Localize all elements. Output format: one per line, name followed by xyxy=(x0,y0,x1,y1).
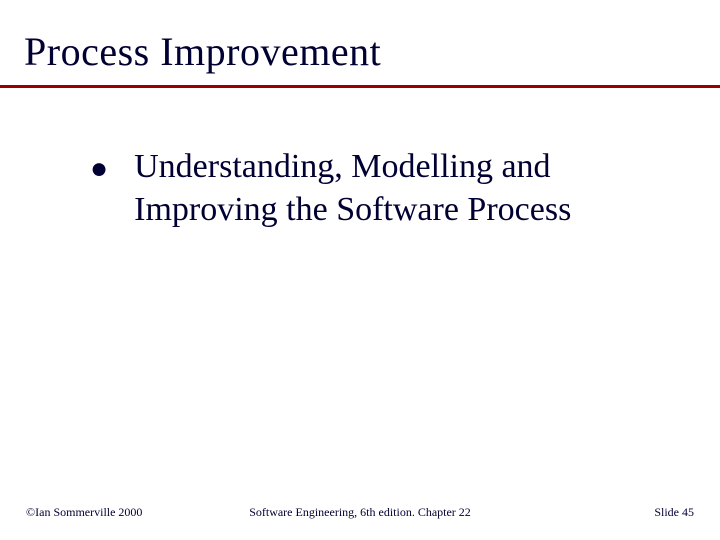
bullet-text: Understanding, Modelling and Improving t… xyxy=(134,146,660,231)
footer-center: Software Engineering, 6th edition. Chapt… xyxy=(249,505,471,520)
bullet-item: ● Understanding, Modelling and Improving… xyxy=(90,146,660,231)
footer: ©Ian Sommerville 2000 Software Engineeri… xyxy=(0,505,720,520)
slide-title: Process Improvement xyxy=(24,28,720,75)
footer-left: ©Ian Sommerville 2000 xyxy=(26,505,142,520)
title-area: Process Improvement xyxy=(0,0,720,75)
slide: Process Improvement ● Understanding, Mod… xyxy=(0,0,720,540)
bullet-icon: ● xyxy=(90,154,108,184)
footer-right: Slide 45 xyxy=(654,505,694,520)
content-area: ● Understanding, Modelling and Improving… xyxy=(0,88,720,231)
